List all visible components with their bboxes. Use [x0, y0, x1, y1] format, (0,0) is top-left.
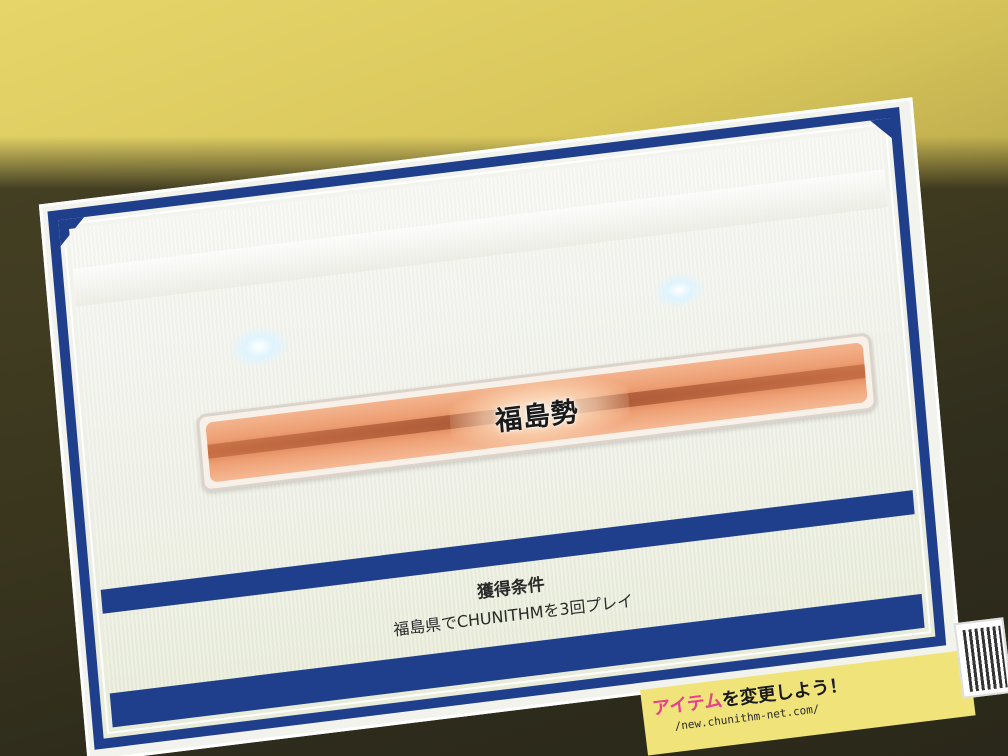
panel-content: 福島勢 獲得条件 福島県でCHUNITHMを3回プレイ	[69, 129, 925, 728]
photo-scene: 福島勢 獲得条件 福島県でCHUNITHMを3回プレイ アイテムを変更しよう！ …	[0, 0, 1008, 756]
light-glare	[653, 270, 706, 311]
qr-code-icon	[953, 617, 1008, 699]
qr-pattern	[962, 625, 1008, 692]
game-screen: 福島勢 獲得条件 福島県でCHUNITHMを3回プレイ	[38, 97, 962, 756]
title-plate: 福島勢	[195, 332, 878, 493]
light-glare	[228, 323, 290, 371]
